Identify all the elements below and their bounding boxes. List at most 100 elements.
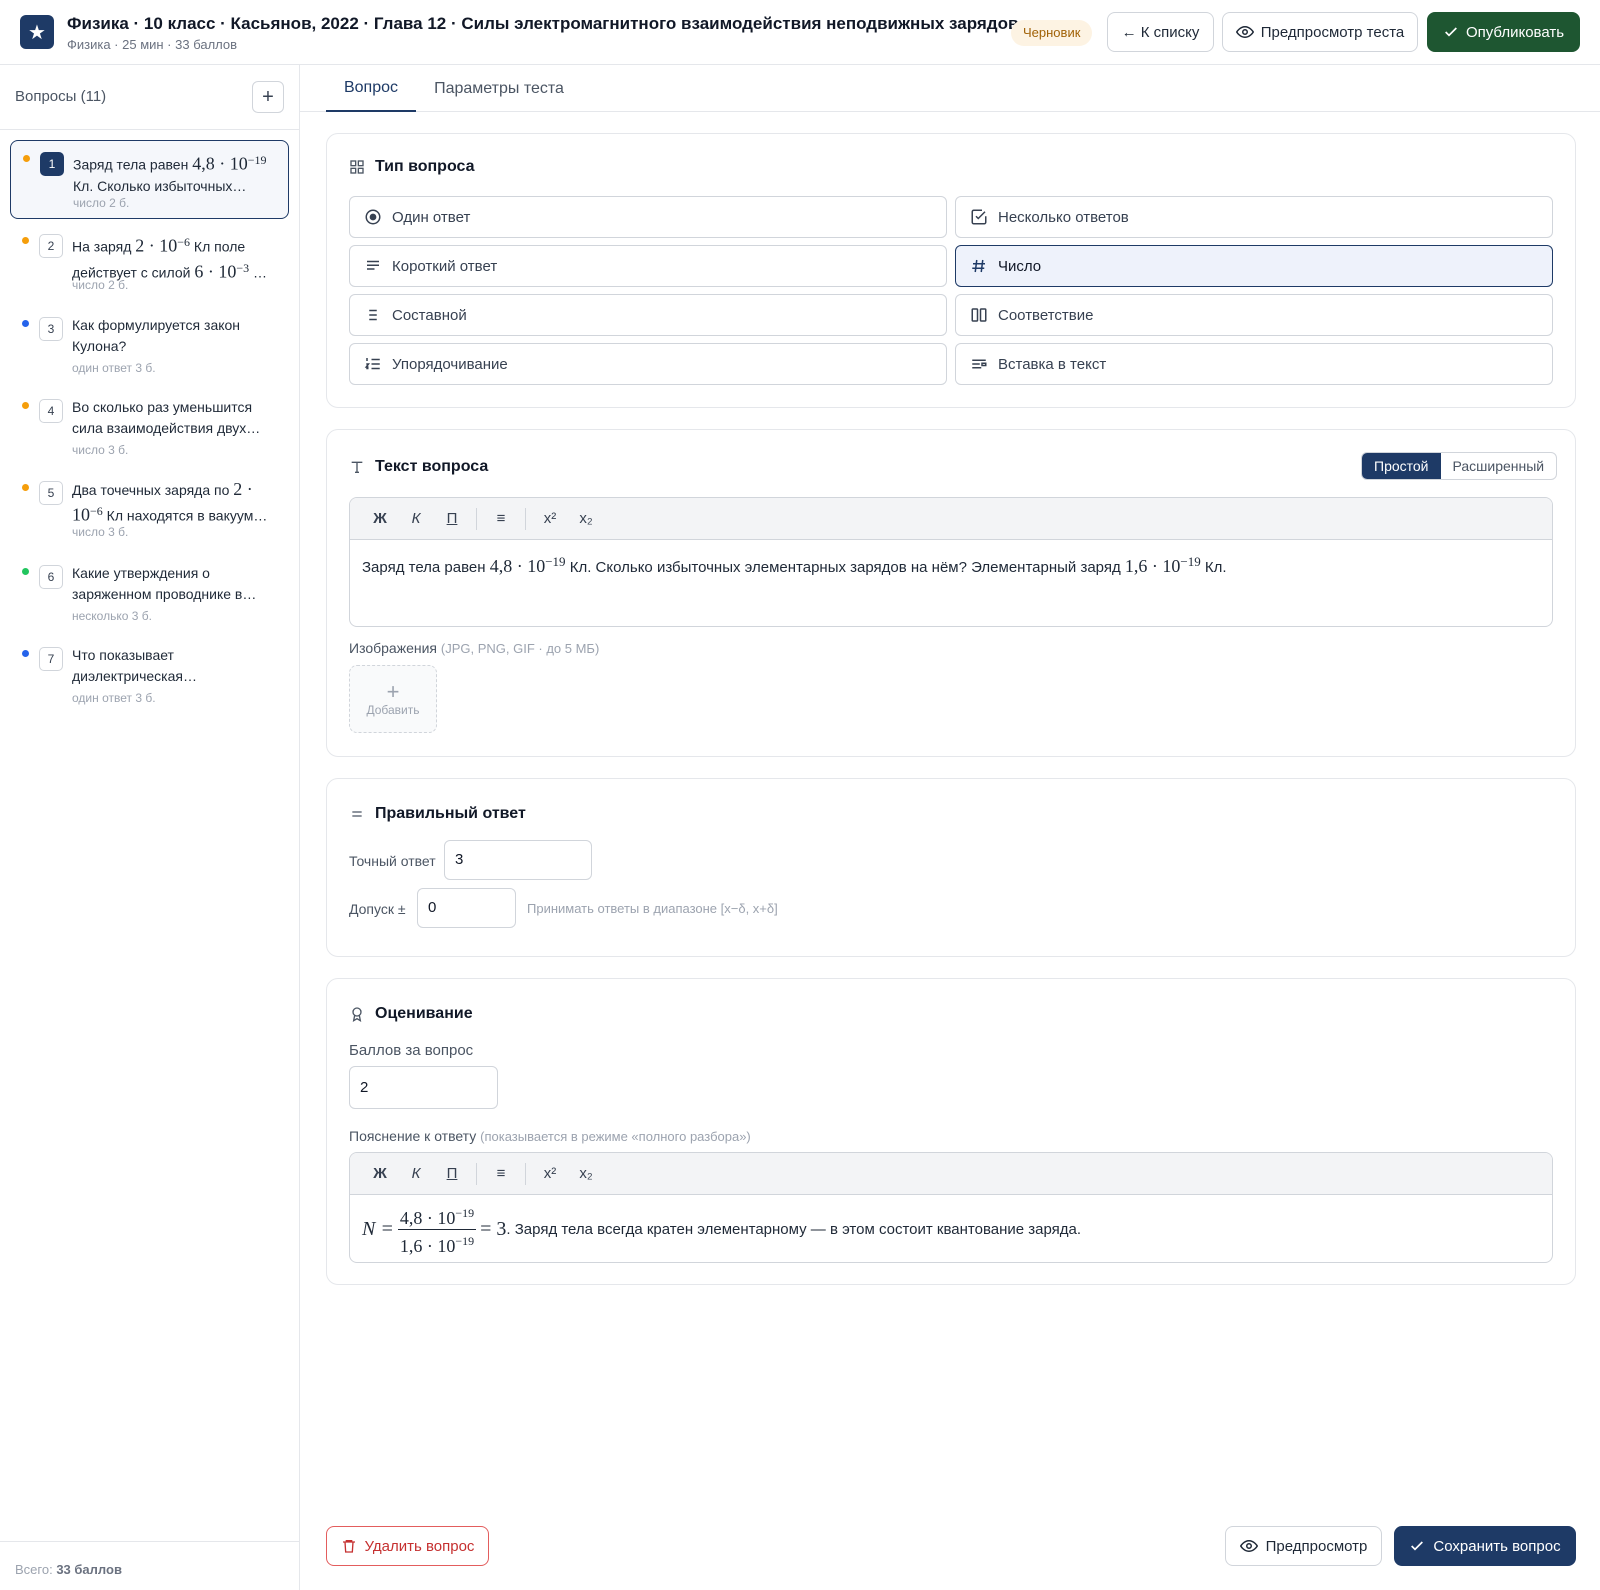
type-multiple-answers[interactable]: Несколько ответов xyxy=(955,196,1553,238)
status-dot xyxy=(22,484,29,491)
correct-answer-title: Правильный ответ xyxy=(349,805,526,823)
back-to-list-button[interactable]: ← К списку xyxy=(1107,12,1214,52)
eye-icon xyxy=(1239,1539,1258,1553)
add-question-button[interactable]: + xyxy=(252,81,284,113)
check-icon xyxy=(1411,1541,1424,1551)
question-meta: один ответ 3 б. xyxy=(72,361,156,375)
question-item-6[interactable]: 6 Какие утверждения о заряженном проводн… xyxy=(10,554,289,633)
exact-answer-label: Точный ответ xyxy=(349,853,436,869)
question-text-content[interactable]: Заряд тела равен 4,8 · 10−19 Кл. Сколько… xyxy=(350,540,1552,591)
question-meta: число 3 б. xyxy=(72,525,129,539)
editor-mode-switch: Простой Расширенный xyxy=(1361,452,1558,480)
publish-button[interactable]: Опубликовать xyxy=(1427,12,1580,52)
save-question-button[interactable]: Сохранить вопрос xyxy=(1394,1526,1576,1566)
question-type-card: Тип вопроса Один ответ Несколько ответов… xyxy=(326,133,1576,408)
question-type-title: Тип вопроса xyxy=(349,158,475,176)
type-single-answer[interactable]: Один ответ xyxy=(349,196,947,238)
app-header: ★ Физика · 10 класс · Касьянов, 2022 · Г… xyxy=(0,0,1600,65)
tolerance-input[interactable]: 0 xyxy=(417,888,516,928)
question-preview: Во сколько раз уменьшится сила взаимодей… xyxy=(72,399,261,436)
question-item-3[interactable]: 3 Как формулируется закон Кулона? один о… xyxy=(10,306,289,385)
type-ordering[interactable]: Упорядочивание xyxy=(349,343,947,385)
type-text-icon xyxy=(351,461,363,473)
tab-question[interactable]: Вопрос xyxy=(326,65,416,112)
divider xyxy=(525,1162,526,1185)
points-input[interactable]: 2 xyxy=(349,1066,498,1109)
questions-sidebar: Вопросы (11) + 1 Заряд тела равен 4,8 · … xyxy=(0,65,300,1590)
tab-test-settings[interactable]: Параметры теста xyxy=(426,65,572,112)
divider xyxy=(476,507,477,530)
add-image-button[interactable]: + Добавить xyxy=(349,665,437,733)
question-item-5[interactable]: 5 Два точечных заряда по 2 · 10−6 Кл нах… xyxy=(10,470,289,549)
type-number[interactable]: Число xyxy=(955,245,1553,287)
divider xyxy=(476,1162,477,1185)
status-dot xyxy=(22,568,29,575)
question-item-1[interactable]: 1 Заряд тела равен 4,8 · 10−19 Кл. Сколь… xyxy=(10,140,289,219)
hash-icon xyxy=(972,259,985,273)
mode-simple[interactable]: Простой xyxy=(1362,453,1441,479)
grading-card: Оценивание Баллов за вопрос 2 Пояснение … xyxy=(326,978,1576,1285)
checkbox-icon xyxy=(971,209,987,225)
star-logo-icon: ★ xyxy=(20,15,54,49)
trash-icon xyxy=(342,1540,355,1553)
columns-icon xyxy=(971,308,987,322)
publish-label: Опубликовать xyxy=(1465,23,1565,41)
question-item-4[interactable]: 4 Во сколько раз уменьшится сила взаимод… xyxy=(10,388,289,467)
question-meta: число 2 б. xyxy=(73,196,130,210)
type-fill-in-text[interactable]: Вставка в текст xyxy=(955,343,1553,385)
status-dot xyxy=(22,237,29,244)
type-compound[interactable]: Составной xyxy=(349,294,947,336)
divider xyxy=(525,507,526,530)
explanation-content[interactable]: N = 4,8 · 10−19 1,6 · 10−19 = 3. Заряд т… xyxy=(350,1195,1552,1262)
delete-question-button[interactable]: Удалить вопрос xyxy=(326,1526,489,1566)
editor-toolbar: Ж К П ≡ x² x₂ xyxy=(350,1153,1552,1195)
subscript-button[interactable]: x₂ xyxy=(568,510,604,527)
preview-button[interactable]: Предпросмотр xyxy=(1225,1526,1382,1566)
back-to-list-label: ← К списку xyxy=(1121,23,1200,41)
status-dot xyxy=(22,650,29,657)
mode-advanced[interactable]: Расширенный xyxy=(1441,453,1557,479)
tolerance-label: Допуск ± xyxy=(349,901,406,917)
question-item-7[interactable]: 7 Что показывает диэлектрическая… один о… xyxy=(10,636,289,715)
grid-icon xyxy=(350,160,364,174)
ordered-list-icon xyxy=(364,358,380,370)
type-matching[interactable]: Соответствие xyxy=(955,294,1553,336)
divider xyxy=(0,129,299,130)
question-number: 7 xyxy=(39,647,63,671)
bold-button[interactable]: Ж xyxy=(362,1165,398,1182)
type-short-answer[interactable]: Короткий ответ xyxy=(349,245,947,287)
question-number: 1 xyxy=(40,152,64,176)
question-preview: Какие утверждения о заряженном проводник… xyxy=(72,565,257,602)
question-text-title: Текст вопроса xyxy=(349,458,488,476)
question-meta: число 3 б. xyxy=(72,443,129,457)
editor-toolbar: Ж К П ≡ x² x₂ xyxy=(350,498,1552,540)
subscript-button[interactable]: x₂ xyxy=(568,1165,604,1182)
list-button[interactable]: ≡ xyxy=(483,1165,519,1182)
radio-icon xyxy=(365,209,381,225)
bold-button[interactable]: Ж xyxy=(362,510,398,527)
underline-button[interactable]: П xyxy=(434,1165,470,1182)
correct-answer-card: Правильный ответ Точный ответ 3 Допуск ±… xyxy=(326,778,1576,957)
list-button[interactable]: ≡ xyxy=(483,510,519,527)
award-icon xyxy=(352,1007,362,1022)
status-badge: Черновик xyxy=(1011,20,1093,46)
images-label: Изображения (JPG, PNG, GIF · до 5 МБ) xyxy=(349,640,600,656)
plus-icon: + xyxy=(386,679,400,704)
question-item-2[interactable]: 2 На заряд 2 · 10−6 Кл поле действует с … xyxy=(10,223,289,302)
preview-test-button[interactable]: Предпросмотр теста xyxy=(1222,12,1418,52)
question-preview: Заряд тела равен 4,8 · 10−19 Кл. Сколько… xyxy=(73,153,267,194)
italic-button[interactable]: К xyxy=(398,510,434,527)
explanation-label: Пояснение к ответу (показывается в режим… xyxy=(349,1128,751,1144)
plus-icon: + xyxy=(262,85,274,108)
question-meta: несколько 3 б. xyxy=(72,609,152,623)
divider xyxy=(0,1541,299,1542)
total-points: Всего: 33 баллов xyxy=(15,1562,122,1577)
formula-fraction: 4,8 · 10−19 1,6 · 10−19 xyxy=(397,1203,477,1256)
question-text-card: Текст вопроса Простой Расширенный Ж К П … xyxy=(326,429,1576,757)
superscript-button[interactable]: x² xyxy=(532,1165,568,1182)
italic-button[interactable]: К xyxy=(398,1165,434,1182)
question-meta: число 2 б. xyxy=(72,278,129,292)
superscript-button[interactable]: x² xyxy=(532,510,568,527)
exact-answer-input[interactable]: 3 xyxy=(444,840,592,880)
underline-button[interactable]: П xyxy=(434,510,470,527)
